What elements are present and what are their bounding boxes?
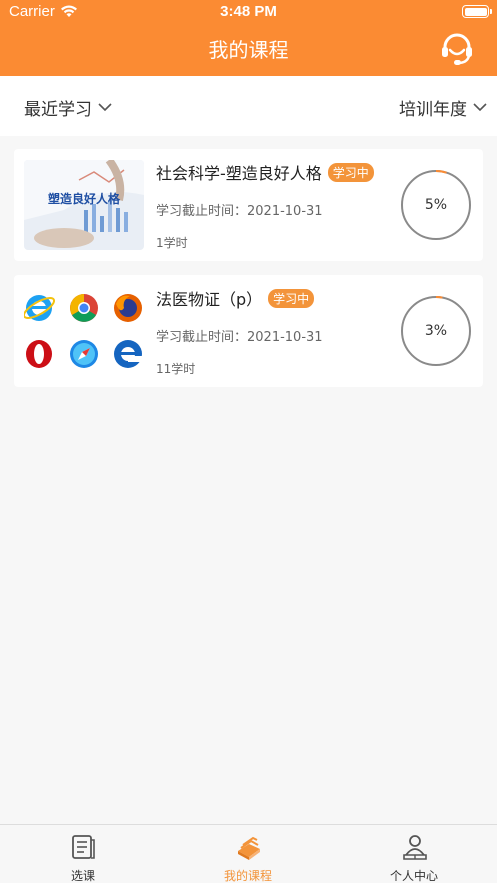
progress-percent: 3% [424, 323, 448, 339]
opera-icon [26, 340, 52, 368]
course-card[interactable]: 塑造良好人格 社会科学-塑造良好人格 学习中 学习截止时间：2021-10-31 … [14, 149, 483, 261]
battery-icon [462, 5, 492, 18]
course-title: 社会科学-塑造良好人格 学习中 [156, 160, 374, 184]
course-title-text: 社会科学-塑造良好人格 [156, 164, 322, 183]
ie-icon [24, 295, 56, 321]
chevron-down-icon [98, 103, 112, 112]
safari-icon [70, 340, 98, 368]
user-profile-icon [403, 835, 427, 860]
course-hours: 11学时 [156, 362, 196, 376]
firefox-icon [114, 294, 142, 322]
status-bar: Carrier 3:48 PM [0, 0, 497, 24]
recent-study-filter[interactable]: 最近学习 [24, 95, 112, 120]
course-hours: 1学时 [156, 236, 188, 250]
tab-label: 个人中心 [389, 869, 438, 883]
clock: 3:48 PM [220, 3, 277, 20]
recent-study-filter-label: 最近学习 [24, 100, 92, 120]
filter-bar: 最近学习 培训年度 [0, 76, 497, 136]
tab-label: 我的课程 [223, 869, 272, 883]
course-thumbnail: 塑造良好人格 [24, 160, 144, 250]
status-badge: 学习中 [327, 163, 374, 182]
course-card[interactable]: 法医物证（p） 学习中 学习截止时间：2021-10-31 11学时 3% [14, 275, 483, 387]
book-list-icon [72, 835, 95, 859]
training-year-filter-label: 培训年度 [399, 100, 467, 120]
tab-personal-center[interactable]: 个人中心 [354, 825, 474, 883]
edge-icon [114, 340, 142, 368]
course-title: 法医物证（p） 学习中 [156, 286, 315, 310]
tab-course-selection[interactable]: 选课 [23, 825, 143, 883]
open-book-icon [238, 836, 260, 860]
course-deadline: 学习截止时间：2021-10-31 [156, 204, 323, 219]
tab-label: 选课 [70, 869, 95, 883]
customer-service-headset-icon[interactable] [437, 29, 477, 69]
chrome-icon [70, 294, 98, 322]
tab-my-courses[interactable]: 我的课程 [188, 825, 308, 883]
page-title: 我的课程 [208, 38, 289, 62]
top-header: Carrier 3:48 PM 我的课程 [0, 0, 497, 76]
bottom-tab-bar: 选课 我的课程 个人中心 [0, 824, 497, 883]
course-deadline: 学习截止时间：2021-10-31 [156, 330, 323, 345]
progress-percent: 5% [424, 197, 448, 213]
thumbnail-caption: 塑造良好人格 [47, 192, 120, 206]
course-thumbnail [24, 286, 144, 376]
course-title-text: 法医物证（p） [156, 290, 263, 309]
chevron-down-icon [473, 103, 487, 112]
status-badge: 学习中 [268, 289, 315, 308]
training-year-filter[interactable]: 培训年度 [399, 95, 487, 120]
